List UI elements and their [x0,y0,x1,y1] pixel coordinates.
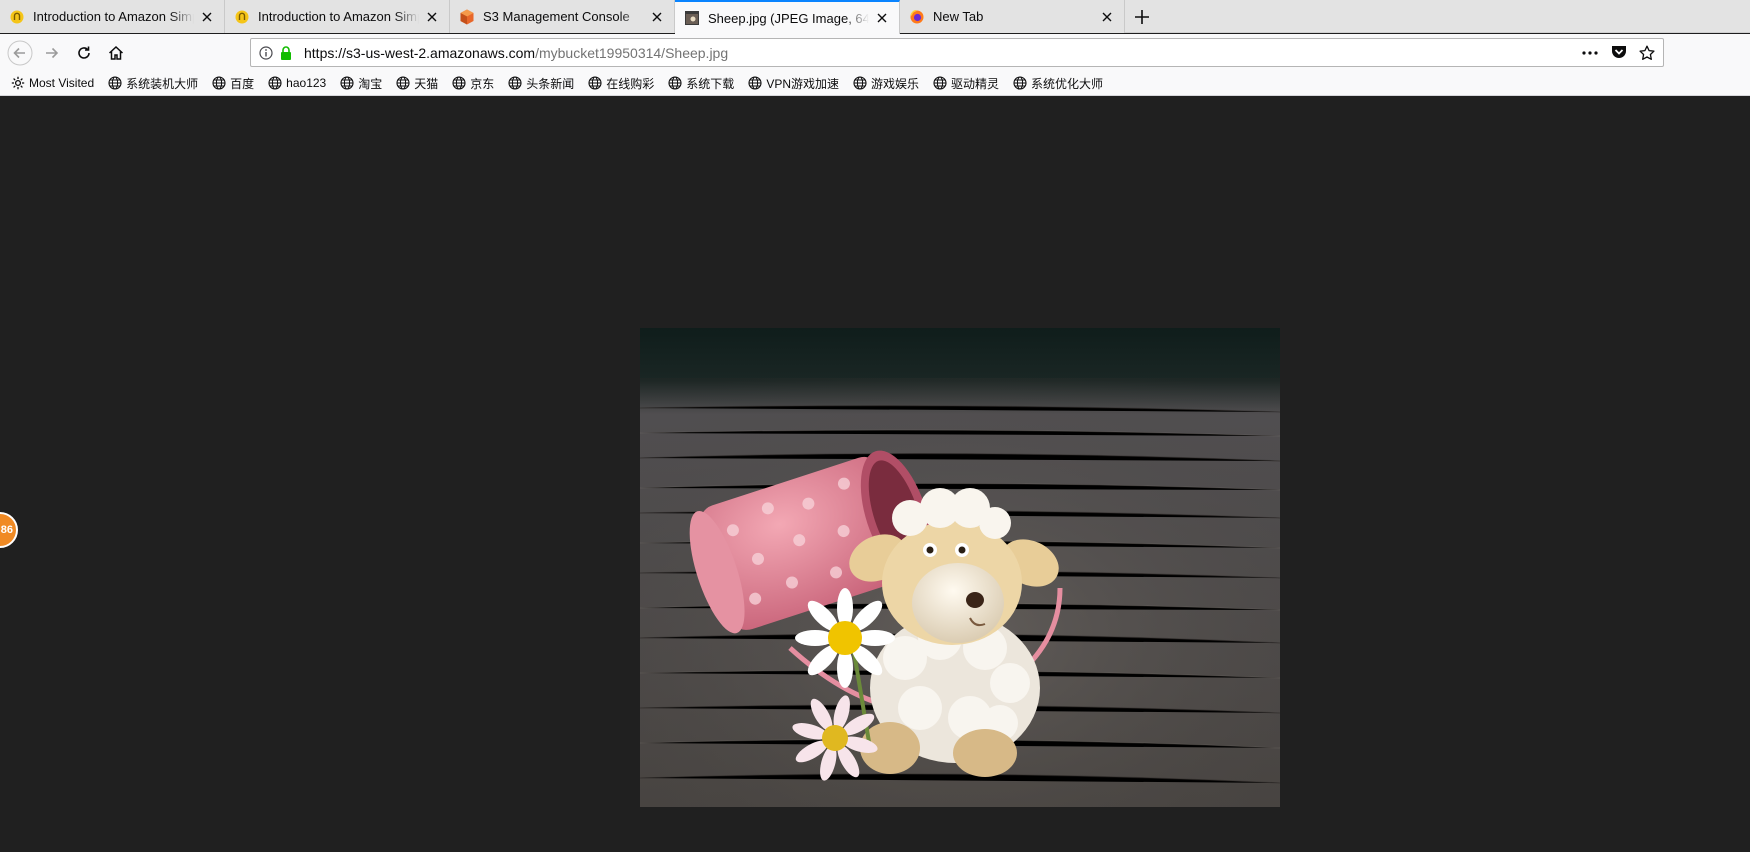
bookmark-item[interactable]: 系统优化大师 [1012,72,1103,94]
lock-icon[interactable] [276,43,296,63]
bookmark-label: 百度 [230,76,255,91]
tab-title: Introduction to Amazon Simple Storage Se… [33,9,194,24]
bookmark-label: 系统装机大师 [126,76,199,91]
globe-icon [667,75,683,91]
tab-title: S3 Management Console [483,9,630,24]
globe-icon [107,75,123,91]
aws-s3-icon [459,9,475,25]
plus-icon [1135,9,1149,24]
globe-icon [267,75,283,91]
bookmark-label: 头条新闻 [526,76,575,91]
globe-icon [852,75,868,91]
tab-title: Introduction to Amazon Simple Storage Se… [258,9,419,24]
bookmark-label: 淘宝 [358,76,383,91]
tab-new-tab[interactable]: New Tab [900,0,1125,33]
bookmarks-toolbar: Most Visited 系统装机大师 百度 hao123 淘宝 天猫 京东 头… [0,71,1750,96]
qwiklabs-icon [9,9,25,25]
close-tab-icon[interactable] [873,9,891,27]
url-text[interactable]: https://s3-us-west-2.amazonaws.com/mybuc… [296,45,1575,61]
url-host: https://s3-us-west-2.amazonaws.com [304,44,536,61]
bookmark-label: 京东 [470,76,495,91]
bookmark-label: 游戏娱乐 [871,76,920,91]
globe-icon [211,75,227,91]
bookmark-star-icon[interactable] [1633,43,1661,63]
forward-arrow-icon [46,47,59,58]
page-actions-icon[interactable] [1575,43,1605,63]
tab-title: Sheep.jpg (JPEG Image, 640 × 479 pixels) [708,10,869,26]
tab-title: New Tab [933,9,984,24]
tab-strip: Introduction to Amazon Simple Storage Se… [0,0,1750,34]
globe-icon [451,75,467,91]
close-tab-icon[interactable] [648,8,666,26]
bookmark-label: hao123 [286,76,327,90]
bookmark-item[interactable]: 系统装机大师 [107,72,198,94]
bookmark-item[interactable]: VPN游戏加速 [747,72,839,94]
pocket-icon[interactable] [1605,43,1633,63]
tab-s3-console[interactable]: S3 Management Console [450,0,675,33]
bookmark-item[interactable]: 淘宝 [339,72,382,94]
bookmark-most-visited[interactable]: Most Visited [10,72,94,94]
bookmark-item[interactable]: 在线购彩 [587,72,654,94]
bookmark-item[interactable]: 京东 [451,72,494,94]
gear-icon [10,75,26,91]
close-tab-icon[interactable] [423,8,441,26]
sheep-photo-illustration [640,328,1280,807]
qwiklabs-icon [234,9,250,25]
new-tab-button[interactable] [1125,0,1159,33]
tab-intro-s3-2[interactable]: Introduction to Amazon Simple Storage Se… [225,0,450,33]
image-viewer: 86 [0,96,1750,852]
home-button[interactable] [100,37,132,69]
navigation-toolbar: https://s3-us-west-2.amazonaws.com/mybuc… [0,34,1750,71]
close-tab-icon[interactable] [1098,8,1116,26]
globe-icon [1012,75,1028,91]
globe-icon [932,75,948,91]
url-path: /mybucket19950314/Sheep.jpg [535,44,729,61]
floating-badge[interactable]: 86 [0,512,18,548]
bookmark-item[interactable]: 驱动精灵 [932,72,999,94]
url-bar[interactable]: https://s3-us-west-2.amazonaws.com/mybuc… [250,38,1664,67]
globe-icon [747,75,763,91]
sheep-image[interactable] [640,328,1280,807]
back-button[interactable] [4,37,36,69]
globe-icon [395,75,411,91]
bookmark-item[interactable]: 天猫 [395,72,438,94]
globe-icon [507,75,523,91]
bookmark-label: Most Visited [29,76,95,90]
info-icon[interactable] [256,43,276,63]
reload-button[interactable] [68,37,100,69]
bookmark-item[interactable]: hao123 [267,72,326,94]
globe-icon [339,75,355,91]
bookmark-item[interactable]: 头条新闻 [507,72,574,94]
bookmark-item[interactable]: 游戏娱乐 [852,72,919,94]
tab-intro-s3-1[interactable]: Introduction to Amazon Simple Storage Se… [0,0,225,33]
bookmark-label: 系统优化大师 [1031,76,1104,91]
reload-icon [78,46,90,59]
globe-icon [587,75,603,91]
bookmark-label: VPN游戏加速 [766,76,839,91]
bookmark-item[interactable]: 百度 [211,72,254,94]
home-icon [108,45,124,60]
bookmark-label: 天猫 [414,76,439,91]
firefox-icon [909,9,925,25]
forward-button[interactable] [36,37,68,69]
back-arrow-icon [7,40,33,65]
bookmark-item[interactable]: 系统下载 [667,72,734,94]
bookmark-label: 系统下载 [686,76,735,91]
bookmark-label: 驱动精灵 [951,76,1000,91]
close-tab-icon[interactable] [198,8,216,26]
bookmark-label: 在线购彩 [606,76,655,91]
image-thumbnail-icon [684,10,700,26]
tab-sheep-image[interactable]: Sheep.jpg (JPEG Image, 640 × 479 pixels) [675,0,900,34]
